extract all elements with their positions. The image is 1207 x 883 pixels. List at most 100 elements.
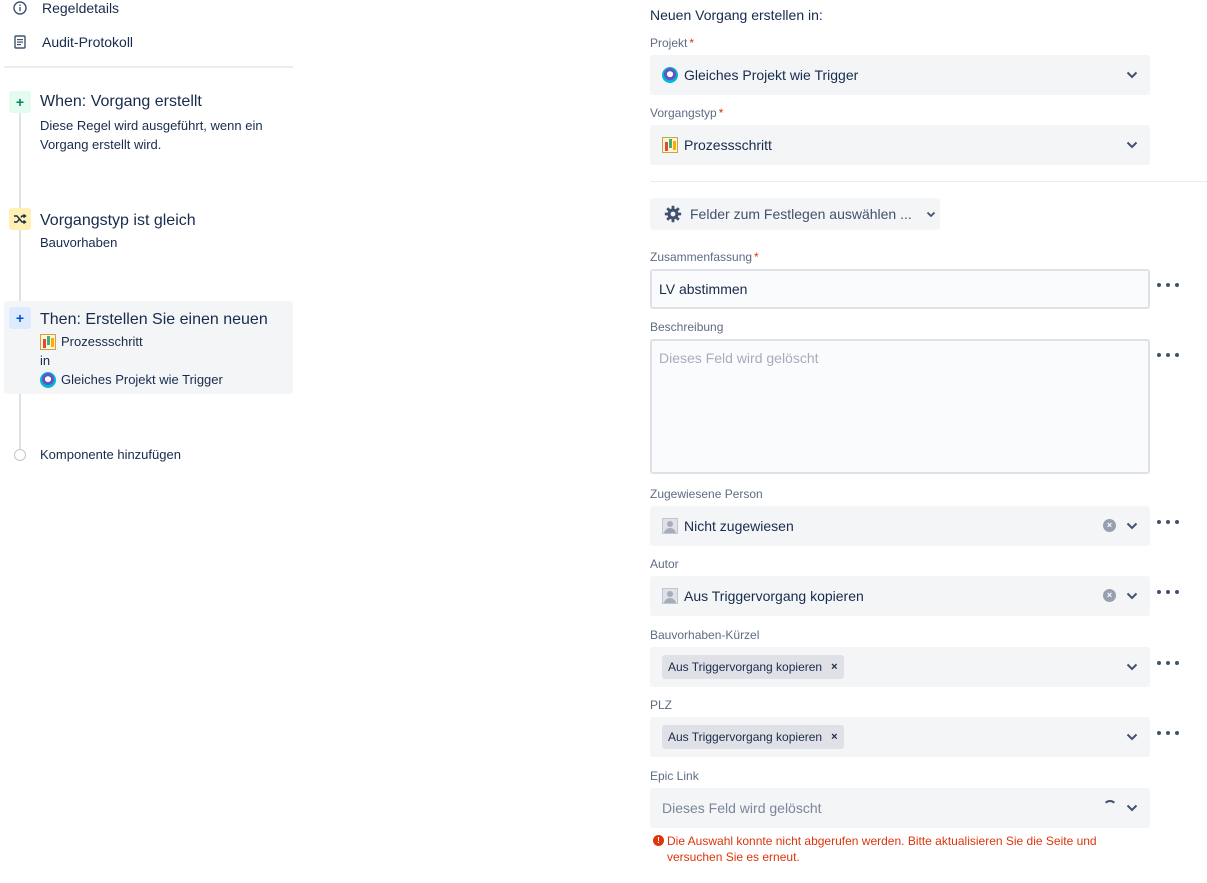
more-dot-icon xyxy=(1175,353,1179,357)
action-description: Prozessschritt in Gleiches Projekt wie T… xyxy=(40,332,285,389)
issue-type-label-text: Vorgangstyp xyxy=(650,106,717,120)
project-label: Projekt * xyxy=(650,36,694,50)
action-config-form: Neuen Vorgang erstellen in: Projekt * Gle… xyxy=(650,0,1207,883)
required-marker: * xyxy=(718,106,724,120)
add-component-button[interactable]: Komponente hinzufügen xyxy=(14,447,181,462)
chevron-down-icon xyxy=(926,211,936,218)
reporter-select-value: Aus Triggervorgang kopieren xyxy=(684,588,864,604)
nav-regeldetails[interactable]: Regeldetails xyxy=(12,0,119,20)
epic-link-placeholder: Dieses Feld wird gelöscht xyxy=(662,800,822,816)
process-step-icon xyxy=(662,137,678,153)
form-divider xyxy=(650,181,1207,182)
project-select-value: Gleiches Projekt wie Trigger xyxy=(684,67,859,83)
bauvorhaben-kuerzel-label: Bauvorhaben-Kürzel xyxy=(650,628,760,642)
value-tag-label: Aus Triggervorgang kopieren xyxy=(668,730,823,744)
summary-label: Zusammenfassung * xyxy=(650,250,759,264)
issue-type-select[interactable]: Prozessschritt xyxy=(650,125,1150,165)
condition-step[interactable]: Vorgangstyp ist gleich Bauvorhaben xyxy=(4,207,293,257)
more-dot-icon xyxy=(1166,520,1170,524)
nav-regeldetails-label: Regeldetails xyxy=(42,0,120,16)
more-dot-icon xyxy=(1157,731,1161,735)
value-tag: Aus Triggervorgang kopieren × xyxy=(662,725,844,749)
epic-link-label: Epic Link xyxy=(650,769,699,783)
assignee-select-value: Nicht zugewiesen xyxy=(684,518,794,534)
loading-spinner-icon xyxy=(1103,800,1117,814)
summary-more-button[interactable] xyxy=(1157,278,1179,292)
error-text: Die Auswahl konnte nicht abgerufen werde… xyxy=(667,834,1097,864)
action-issue-type: Prozessschritt xyxy=(40,332,285,351)
more-dot-icon xyxy=(1175,661,1179,665)
trigger-plus-icon: + xyxy=(9,91,31,113)
user-avatar-icon xyxy=(662,588,678,604)
action-plus-icon: + xyxy=(9,307,31,329)
required-marker: * xyxy=(689,36,695,50)
bauvorhaben-kuerzel-more-button[interactable] xyxy=(1157,656,1179,670)
sidebar-divider xyxy=(4,66,293,68)
choose-fields-button[interactable]: Felder zum Festlegen auswählen ... xyxy=(650,198,940,230)
issue-type-select-value: Prozessschritt xyxy=(684,137,772,153)
more-dot-icon xyxy=(1166,590,1170,594)
condition-branch-icon xyxy=(9,208,31,230)
description-label: Beschreibung xyxy=(650,320,724,334)
action-in: in xyxy=(40,353,51,368)
action-project-label: Gleiches Projekt wie Trigger xyxy=(61,372,223,387)
value-tag: Aus Triggervorgang kopieren × xyxy=(662,655,844,679)
trigger-title: When: Vorgang erstellt xyxy=(40,93,202,110)
plz-select[interactable]: Aus Triggervorgang kopieren × xyxy=(650,717,1150,757)
more-dot-icon xyxy=(1175,520,1179,524)
plz-more-button[interactable] xyxy=(1157,726,1179,740)
more-dot-icon xyxy=(1157,283,1161,287)
clear-icon[interactable]: × xyxy=(1103,589,1116,602)
error-icon: ! xyxy=(653,835,664,846)
epic-link-select[interactable]: Dieses Feld wird gelöscht xyxy=(650,788,1150,828)
more-dot-icon xyxy=(1157,520,1161,524)
action-step[interactable]: + Then: Erstellen Sie einen neuen Prozes… xyxy=(4,301,293,394)
reporter-more-button[interactable] xyxy=(1157,585,1179,599)
more-dot-icon xyxy=(1157,353,1161,357)
process-step-icon xyxy=(40,333,56,350)
summary-label-text: Zusammenfassung xyxy=(650,250,753,264)
required-marker: * xyxy=(754,250,759,264)
project-select[interactable]: Gleiches Projekt wie Trigger xyxy=(650,55,1150,95)
more-dot-icon xyxy=(1166,283,1170,287)
chevron-down-icon xyxy=(1124,659,1140,675)
trigger-step[interactable]: + When: Vorgang erstellt Diese Regel wir… xyxy=(4,90,293,160)
nav-audit-protokoll-label: Audit-Protokoll xyxy=(42,34,134,50)
chevron-down-icon xyxy=(1124,729,1140,745)
remove-tag-icon[interactable]: × xyxy=(831,661,837,673)
bauvorhaben-kuerzel-select[interactable]: Aus Triggervorgang kopieren × xyxy=(650,647,1150,687)
gear-icon xyxy=(664,205,682,223)
summary-input[interactable] xyxy=(650,269,1150,309)
description-more-button[interactable] xyxy=(1157,348,1179,362)
project-icon xyxy=(40,371,56,388)
user-avatar-icon xyxy=(662,518,678,534)
document-icon xyxy=(12,34,28,50)
chevron-down-icon xyxy=(1124,67,1140,83)
issue-type-label: Vorgangstyp * xyxy=(650,106,723,120)
description-textarea[interactable] xyxy=(650,339,1150,474)
assignee-more-button[interactable] xyxy=(1157,515,1179,529)
project-label-text: Projekt xyxy=(650,36,688,50)
remove-tag-icon[interactable]: × xyxy=(831,731,837,743)
assignee-select[interactable]: Nicht zugewiesen × xyxy=(650,506,1150,546)
reporter-label: Autor xyxy=(650,557,679,571)
form-heading: Neuen Vorgang erstellen in: xyxy=(650,7,823,23)
condition-description: Bauvorhaben xyxy=(40,235,118,250)
clear-icon[interactable]: × xyxy=(1103,519,1116,532)
add-component-dot-icon xyxy=(14,448,26,461)
add-component-label: Komponente hinzufügen xyxy=(40,447,181,462)
reporter-select[interactable]: Aus Triggervorgang kopieren × xyxy=(650,576,1150,616)
chevron-down-icon xyxy=(1124,588,1140,604)
epic-link-error-message: ! Die Auswahl konnte nicht abgerufen wer… xyxy=(653,833,1153,865)
chevron-down-icon xyxy=(1124,137,1140,153)
nav-audit-protokoll[interactable]: Audit-Protokoll xyxy=(12,30,133,54)
more-dot-icon xyxy=(1175,731,1179,735)
more-dot-icon xyxy=(1166,353,1170,357)
action-title: Then: Erstellen Sie einen neuen xyxy=(40,311,268,328)
more-dot-icon xyxy=(1157,590,1161,594)
more-dot-icon xyxy=(1175,283,1179,287)
condition-title: Vorgangstyp ist gleich xyxy=(40,212,196,229)
more-dot-icon xyxy=(1157,661,1161,665)
assignee-label: Zugewiesene Person xyxy=(650,487,763,501)
more-dot-icon xyxy=(1166,661,1170,665)
